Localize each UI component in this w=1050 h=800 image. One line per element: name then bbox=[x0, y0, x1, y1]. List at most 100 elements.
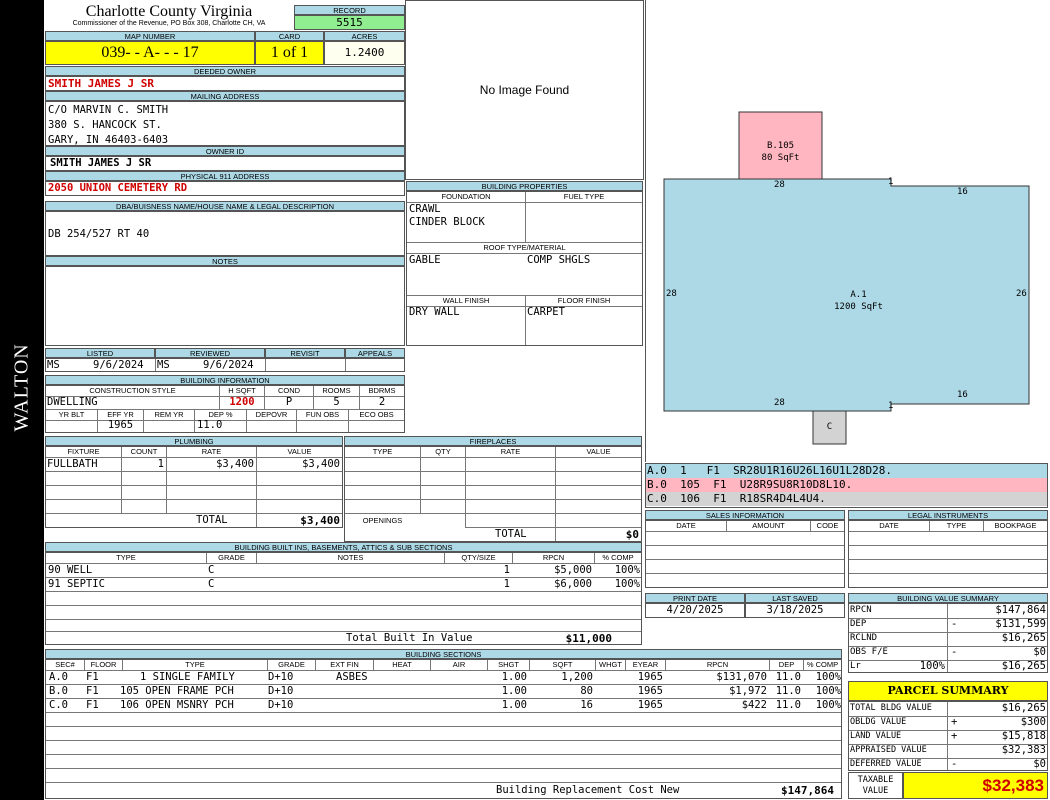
sketch-b-code: B.105 bbox=[766, 141, 795, 151]
plumbing-fixture: FULLBATH bbox=[47, 458, 98, 470]
replacement-cost: $147,864 bbox=[781, 784, 834, 797]
deeded-owner: SMITH JAMES J SR bbox=[45, 76, 405, 91]
fuel-label: FUEL TYPE bbox=[525, 192, 642, 203]
wall-finish: DRY WALL bbox=[409, 306, 460, 318]
roof-label: ROOF TYPE/MATERIAL bbox=[407, 242, 642, 254]
sections-h-sqft: SQFT bbox=[529, 660, 595, 671]
section-b-floor: F1 bbox=[86, 685, 99, 697]
bvs-dep: $131,599 bbox=[995, 618, 1046, 630]
ecoobs-label: ECO OBS bbox=[348, 409, 404, 421]
fireplace-h-type: TYPE bbox=[345, 447, 420, 458]
sections-h-grade: GRADE bbox=[267, 660, 315, 671]
plumbing-h-rate: RATE bbox=[166, 447, 256, 458]
roof-type: GABLE bbox=[409, 254, 441, 266]
print-date-label: PRINT DATE bbox=[645, 593, 745, 603]
plumbing-h-count: COUNT bbox=[121, 447, 166, 458]
floor-finish: CARPET bbox=[527, 306, 565, 318]
reviewed-label: REVIEWED bbox=[155, 348, 265, 358]
card-label: CARD bbox=[255, 31, 324, 41]
sketch-a-label: A.1 1200 SqFt bbox=[796, 289, 921, 313]
legal-title: LEGAL INSTRUMENTS bbox=[848, 510, 1048, 520]
dim-bottom-28: 28 bbox=[774, 398, 785, 408]
dim-right-26: 26 bbox=[1016, 289, 1027, 299]
card-number: 1 of 1 bbox=[255, 41, 324, 65]
notes-label: NOTES bbox=[45, 256, 405, 266]
listed-by: MS bbox=[47, 359, 60, 371]
reviewed-date: 9/6/2024 bbox=[203, 359, 254, 371]
section-b-shgt: 1.00 bbox=[501, 685, 527, 697]
builtins-total: $11,000 bbox=[565, 632, 612, 645]
building-info: CONSTRUCTION STYLE H SQFT COND ROOMS BDR… bbox=[45, 385, 405, 433]
builtins-h-grade: GRADE bbox=[206, 553, 256, 564]
revisit-label: REVISIT bbox=[265, 348, 345, 358]
section-a-sqft: 1,200 bbox=[561, 671, 593, 683]
parcel-tbv: $16,265 bbox=[1001, 702, 1046, 714]
sections-h-type: TYPE bbox=[122, 660, 267, 671]
sketch-b-label: B.105 80 SqFt bbox=[739, 140, 822, 164]
sections-h-rpcn: RPCN bbox=[665, 660, 769, 671]
fireplaces-table: TYPE QTY RATE VALUE OPENINGS TOTAL $0 bbox=[344, 446, 642, 542]
sections-title: BUILDING SECTIONS bbox=[45, 649, 842, 659]
section-c-comp: 100% bbox=[815, 699, 841, 711]
appeals-label: APPEALS bbox=[345, 348, 405, 358]
parcel-deferred-sign: - bbox=[951, 758, 958, 770]
builtin-row-1-grade: C bbox=[208, 564, 215, 576]
bdrms-value: 2 bbox=[359, 396, 404, 409]
sketch-a-area: 1200 SqFt bbox=[834, 302, 883, 312]
legend-row-a: A.0 1 F1 SR28U1R16U26L16U1L28D28. bbox=[646, 464, 1047, 478]
dim-top-1: 1 bbox=[888, 177, 894, 187]
builtin-row-2-type: 91 SEPTIC bbox=[48, 578, 105, 590]
legal-table: DATE TYPE BOOKPAGE bbox=[848, 520, 1048, 588]
builtins-h-comp: % COMP bbox=[594, 553, 641, 564]
dim-bottom-16: 16 bbox=[957, 390, 968, 400]
builtin-row-2-qty: 1 bbox=[503, 578, 510, 590]
building-info-title: BUILDING INFORMATION bbox=[45, 375, 405, 385]
depovr-label: DEPOVR bbox=[246, 409, 296, 421]
hsqft-value: 1200 bbox=[219, 396, 264, 409]
section-a-grade: D+10 bbox=[268, 671, 294, 683]
bvs-lr-pct: 100% bbox=[919, 660, 945, 672]
bvs-lr-label: Lr bbox=[850, 661, 861, 671]
fireplaces-title: FIREPLACES bbox=[344, 436, 642, 446]
section-c-sqft: 16 bbox=[580, 699, 593, 711]
listed-label: LISTED bbox=[45, 348, 155, 358]
section-b-rpcn: $1,972 bbox=[729, 685, 767, 697]
builtins-title: BUILDING BUILT INS, BASEMENTS, ATTICS & … bbox=[45, 542, 642, 552]
fireplace-h-rate: RATE bbox=[465, 447, 555, 458]
parcel-land-sign: + bbox=[951, 730, 958, 742]
section-c-floor: F1 bbox=[86, 699, 99, 711]
record-number: 5515 bbox=[294, 15, 405, 30]
district-name: WALTON bbox=[10, 343, 33, 432]
section-c-grade: D+10 bbox=[268, 699, 294, 711]
construction-style: DWELLING bbox=[47, 396, 98, 408]
parcel-deferred-label: DEFERRED VALUE bbox=[850, 759, 922, 769]
sections-h-floor: FLOOR bbox=[84, 660, 122, 671]
mailing-line-2: 380 S. HANCOCK ST. bbox=[48, 119, 162, 131]
builtin-row-1-type: 90 WELL bbox=[48, 564, 93, 576]
last-saved: 3/18/2025 bbox=[745, 603, 845, 618]
section-b-type: 105 OPEN FRAME PCH bbox=[120, 685, 234, 697]
sections-h-eyear: EYEAR bbox=[625, 660, 665, 671]
yrblt-label: YR BLT bbox=[46, 409, 97, 421]
fireplace-openings-label: OPENINGS bbox=[362, 516, 403, 525]
parcel-land: $15,818 bbox=[1001, 730, 1046, 742]
legal-h-type: TYPE bbox=[929, 521, 983, 532]
physical-address: 2050 UNION CEMETERY RD bbox=[45, 181, 405, 196]
sections-h-sec: SEC# bbox=[46, 660, 84, 671]
sketch-c-label: C bbox=[826, 422, 833, 432]
builtins-total-label: Total Built In Value bbox=[346, 632, 473, 644]
map-number: 039- - A- - - 17 bbox=[45, 41, 255, 65]
sections-h-dep: DEP bbox=[769, 660, 803, 671]
building-properties-title: BUILDING PROPERTIES bbox=[406, 181, 643, 191]
mailing-address-label: MAILING ADDRESS bbox=[45, 91, 405, 101]
funobs-label: FUN OBS bbox=[296, 409, 348, 421]
builtins-h-notes: NOTES bbox=[256, 553, 444, 564]
plumbing-count: 1 bbox=[157, 458, 164, 470]
sections-h-whgt: WHGT bbox=[595, 660, 625, 671]
section-b-sec: B.0 bbox=[49, 685, 68, 697]
section-a-eyear: 1965 bbox=[637, 671, 663, 683]
section-c-shgt: 1.00 bbox=[501, 699, 527, 711]
section-a-rpcn: $131,070 bbox=[716, 671, 767, 683]
parcel-obldg-sign: + bbox=[951, 716, 958, 728]
legend-row-c: C.0 106 F1 R18SR4D4L4U4. bbox=[646, 492, 1047, 506]
